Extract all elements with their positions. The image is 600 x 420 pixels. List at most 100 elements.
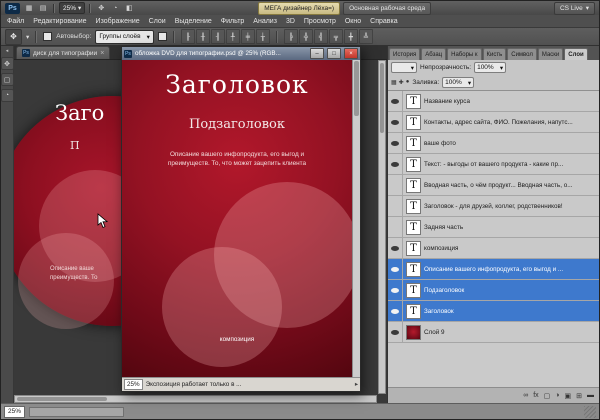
minimize-button[interactable]: – — [310, 48, 324, 59]
vertical-scrollbar[interactable] — [378, 60, 386, 394]
menu-item[interactable]: 3D — [286, 18, 295, 25]
chevron-down-icon[interactable]: ▾ — [26, 33, 29, 41]
lock-icon[interactable]: ✚ — [399, 79, 404, 86]
collapse-panel-icon[interactable]: ◂ — [6, 48, 9, 54]
layer-thumbnail[interactable]: T — [406, 304, 421, 319]
align-icon[interactable]: ╀ — [226, 29, 240, 44]
scrollbar-thumb[interactable] — [17, 397, 107, 401]
align-icon[interactable]: ╁ — [256, 29, 270, 44]
menu-item[interactable]: Файл — [7, 18, 24, 25]
layer-thumbnail[interactable]: T — [406, 178, 421, 193]
cs-live-button[interactable]: CS Live ▾ — [554, 2, 595, 15]
show-transform-checkbox[interactable] — [158, 32, 167, 41]
distribute-icon[interactable]: ╠ — [284, 29, 298, 44]
layer-row[interactable]: T Вводная часть, о чём продукт... Вводна… — [388, 175, 599, 196]
distribute-icon[interactable]: ╬ — [299, 29, 313, 44]
vertical-scrollbar[interactable] — [352, 60, 360, 377]
layers-footer-icon[interactable]: ◑ — [555, 392, 559, 399]
layer-row[interactable]: T Задняя часть — [388, 217, 599, 238]
document-tab[interactable]: Ps диск для типографии × — [16, 46, 110, 59]
horizontal-scrollbar[interactable] — [14, 395, 377, 403]
layer-thumbnail[interactable]: T — [406, 115, 421, 130]
layer-row[interactable]: T Заголовок — [388, 301, 599, 322]
opacity-dropdown[interactable]: 100% ▾ — [474, 62, 506, 73]
app-bar-icon[interactable]: ▦ — [23, 3, 35, 14]
layer-row[interactable]: T Описание вашего инфопродукта, его выго… — [388, 259, 599, 280]
layers-footer-icon[interactable]: fx — [533, 392, 538, 399]
layer-visibility-toggle[interactable] — [388, 196, 403, 216]
move-tool-icon[interactable]: ✥ — [5, 29, 22, 45]
layer-visibility-toggle[interactable] — [388, 133, 403, 153]
align-icon[interactable]: ╪ — [241, 29, 255, 44]
statusbar-zoom-field[interactable]: 25% — [4, 406, 25, 418]
distribute-icon[interactable]: ╋ — [344, 29, 358, 44]
app-bar-icon[interactable]: ▤ — [37, 3, 49, 14]
layer-visibility-toggle[interactable] — [388, 91, 403, 111]
zoom-level-control[interactable]: 25% ▾ — [59, 2, 85, 14]
workspace-button[interactable]: Основная рабочая среда — [343, 2, 431, 15]
layer-visibility-toggle[interactable] — [388, 301, 403, 321]
align-icon[interactable]: ╟ — [181, 29, 195, 44]
distribute-icon[interactable]: ╣ — [314, 29, 328, 44]
app-bar-icon[interactable]: ✥ — [95, 3, 107, 14]
layer-thumbnail[interactable]: T — [406, 241, 421, 256]
layer-thumbnail[interactable]: T — [406, 199, 421, 214]
distribute-icon[interactable]: ╦ — [329, 29, 343, 44]
panel-tab[interactable]: Наборы к — [447, 48, 481, 60]
menu-item[interactable]: Изображение — [96, 18, 140, 25]
layer-thumbnail[interactable]: T — [406, 220, 421, 235]
layer-visibility-toggle[interactable] — [388, 112, 403, 132]
panel-tab[interactable]: История — [389, 48, 420, 60]
scrollbar-thumb[interactable] — [380, 63, 384, 133]
menu-item[interactable]: Окно — [345, 18, 361, 25]
layers-footer-icon[interactable]: ▢ — [544, 392, 551, 400]
fill-dropdown[interactable]: 100% ▾ — [442, 77, 474, 88]
align-icon[interactable]: ╢ — [211, 29, 225, 44]
distribute-icon[interactable]: ╩ — [359, 29, 373, 44]
layers-footer-icon[interactable]: ∞ — [523, 392, 528, 399]
layer-thumbnail[interactable] — [406, 325, 421, 340]
layer-row[interactable]: T Заголовок - для друзей, коллег, родств… — [388, 196, 599, 217]
layer-row[interactable]: T ваше фото — [388, 133, 599, 154]
layer-row[interactable]: T Текст: - выгоды от вашего продукта - к… — [388, 154, 599, 175]
layer-row[interactable]: T композиция — [388, 238, 599, 259]
panel-tab[interactable]: Слои — [564, 48, 587, 60]
document-zoom-field[interactable]: 25% — [124, 379, 143, 390]
layer-thumbnail[interactable]: T — [406, 283, 421, 298]
menu-item[interactable]: Анализ — [253, 18, 277, 25]
layer-visibility-toggle[interactable] — [388, 280, 403, 300]
layer-row[interactable]: T Подзаголовок — [388, 280, 599, 301]
menu-item[interactable]: Выделение — [175, 18, 212, 25]
scrollbar-thumb[interactable] — [354, 61, 359, 116]
move-tool-button[interactable]: ✥ — [1, 57, 14, 70]
layer-visibility-toggle[interactable] — [388, 175, 403, 195]
layer-visibility-toggle[interactable] — [388, 154, 403, 174]
layer-thumbnail[interactable]: T — [406, 94, 421, 109]
menu-item[interactable]: Просмотр — [304, 18, 336, 25]
close-icon[interactable]: × — [100, 50, 104, 57]
workspace-button-active[interactable]: МЕГА дизайнер Лёха=) — [258, 2, 340, 15]
align-icon[interactable]: ╫ — [196, 29, 210, 44]
lock-icon[interactable]: ● — [406, 79, 410, 86]
layers-footer-icon[interactable]: ▬ — [587, 392, 594, 399]
zoom-tool-button[interactable]: ◔ — [1, 89, 14, 102]
status-arrow-icon[interactable]: ▸ — [355, 381, 358, 388]
app-bar-icon[interactable]: ◧ — [123, 3, 135, 14]
panel-tab[interactable]: Символ — [507, 48, 537, 60]
lock-icon[interactable]: ▦ — [391, 79, 397, 86]
layer-visibility-toggle[interactable] — [388, 217, 403, 237]
resize-grip[interactable] — [584, 406, 596, 418]
autoselect-dropdown[interactable]: Группы слоёв ▾ — [95, 30, 154, 44]
menu-item[interactable]: Справка — [370, 18, 397, 25]
layer-visibility-toggle[interactable] — [388, 259, 403, 279]
layer-thumbnail[interactable]: T — [406, 136, 421, 151]
marquee-tool-button[interactable]: ▢ — [1, 73, 14, 86]
layer-visibility-toggle[interactable] — [388, 322, 403, 342]
layer-thumbnail[interactable]: T — [406, 262, 421, 277]
maximize-button[interactable]: □ — [327, 48, 341, 59]
autoselect-checkbox[interactable] — [43, 32, 52, 41]
app-bar-icon[interactable]: ◔ — [109, 3, 121, 14]
panel-tab[interactable]: Маски — [538, 48, 563, 60]
layer-row[interactable]: Слой 9 — [388, 322, 599, 343]
menu-item[interactable]: Редактирование — [33, 18, 86, 25]
